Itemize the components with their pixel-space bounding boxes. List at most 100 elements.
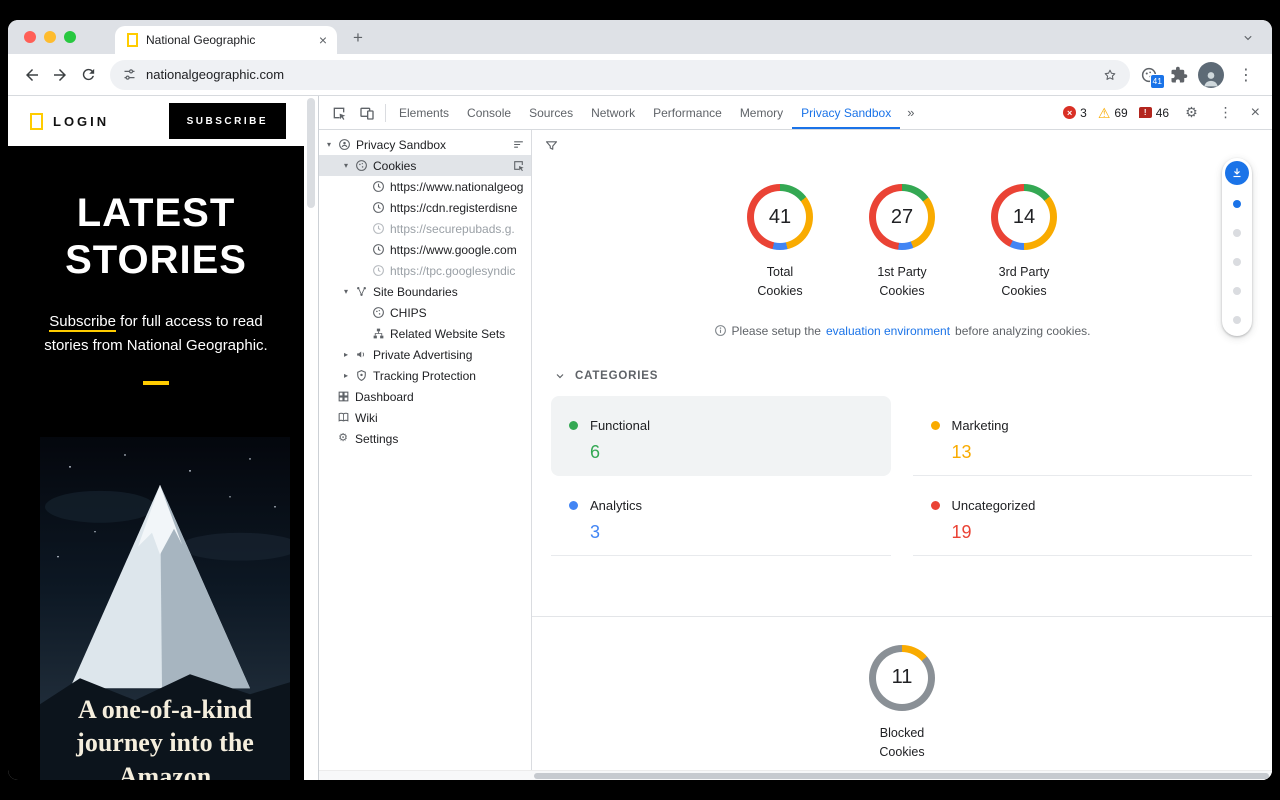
browser-menu-button[interactable]: ⋮: [1234, 65, 1258, 85]
tree-item-dashboard[interactable]: Dashboard: [319, 386, 531, 407]
devtools-menu-button[interactable]: ⋮: [1214, 104, 1238, 121]
tree-item-frame-securepubads[interactable]: https://securepubads.g.: [319, 218, 531, 239]
cookie-extension-button[interactable]: 41: [1138, 64, 1160, 86]
devtools-settings-button[interactable]: ⚙: [1180, 104, 1203, 121]
tree-item-cookies[interactable]: ▾ Cookies: [319, 155, 531, 176]
more-tabs-button[interactable]: »: [900, 105, 921, 120]
cookie-icon: [371, 306, 385, 320]
inspect-frame-icon[interactable]: [512, 159, 525, 172]
address-bar[interactable]: nationalgeographic.com: [110, 60, 1130, 90]
collapse-arrow-icon[interactable]: ▸: [340, 371, 352, 380]
reload-button[interactable]: [74, 61, 102, 89]
expand-arrow-icon[interactable]: ▾: [323, 140, 335, 149]
browser-tab[interactable]: National Geographic ×: [115, 26, 337, 54]
devtools-close-button[interactable]: ×: [1249, 104, 1266, 122]
tab-console[interactable]: Console: [458, 96, 520, 129]
tree-item-privacy-sandbox[interactable]: ▾ Privacy Sandbox: [319, 134, 531, 155]
device-toolbar-button[interactable]: [353, 100, 381, 126]
tree-item-wiki[interactable]: Wiki: [319, 407, 531, 428]
tab-memory[interactable]: Memory: [731, 96, 792, 129]
tab-close-icon[interactable]: ×: [317, 32, 329, 48]
expand-arrow-icon[interactable]: ▾: [340, 287, 352, 296]
total-cookies-donut[interactable]: 41: [747, 184, 813, 250]
tab-title: National Geographic: [146, 33, 309, 47]
zoom-window-button[interactable]: [64, 31, 76, 43]
tab-network[interactable]: Network: [582, 96, 644, 129]
download-report-button[interactable]: [1225, 161, 1249, 185]
tab-privacy-sandbox[interactable]: Privacy Sandbox: [792, 96, 900, 129]
third-party-cookies-donut[interactable]: 14: [991, 184, 1057, 250]
minimize-window-button[interactable]: [44, 31, 56, 43]
nav-dot-current[interactable]: [1233, 200, 1241, 208]
tree-label: CHIPS: [390, 306, 427, 320]
first-party-cookies-chart: 27 1st Party Cookies: [848, 184, 956, 302]
category-card-uncategorized[interactable]: Uncategorized 19: [913, 476, 1253, 556]
tree-item-settings[interactable]: ⚙ Settings: [319, 428, 531, 449]
back-button[interactable]: [18, 61, 46, 89]
url-text[interactable]: nationalgeographic.com: [146, 67, 1093, 82]
hero-image[interactable]: A one-of-a-kind journey into the Amazon: [40, 437, 290, 780]
tree-item-frame-google[interactable]: https://www.google.com: [319, 239, 531, 260]
tab-sources[interactable]: Sources: [520, 96, 582, 129]
headline-line1: LATEST: [8, 190, 304, 237]
new-tab-button[interactable]: +: [345, 25, 371, 51]
tree-item-private-advertising[interactable]: ▸ Private Advertising: [319, 344, 531, 365]
bookmark-star-icon[interactable]: [1102, 67, 1118, 83]
analytics-dot-icon: [569, 501, 578, 510]
devtools-status-badges: × 3 ⚠ 69 ! 46 ⚙ ⋮ ×: [1063, 104, 1266, 122]
yellow-divider: [143, 381, 169, 385]
tree-label: https://www.google.com: [390, 243, 517, 257]
forward-button[interactable]: [46, 61, 74, 89]
nav-dot[interactable]: [1233, 316, 1241, 324]
collapse-arrow-icon[interactable]: ▸: [340, 350, 352, 359]
horizontal-scrollbar-thumb[interactable]: [534, 773, 1269, 779]
site-header: LOGIN SUBSCRIBE: [8, 96, 304, 146]
tab-elements[interactable]: Elements: [390, 96, 458, 129]
warning-badge[interactable]: ⚠ 69: [1098, 106, 1128, 120]
expand-arrow-icon[interactable]: ▾: [340, 161, 352, 170]
info-prefix: Please setup the: [732, 324, 821, 338]
evaluation-environment-link[interactable]: evaluation environment: [826, 324, 950, 338]
puzzle-icon: [1170, 66, 1188, 84]
total-cookies-value: 41: [754, 191, 806, 243]
first-party-cookies-donut[interactable]: 27: [869, 184, 935, 250]
tree-label: https://www.nationalgeog: [390, 180, 523, 194]
tree-item-frame-nationalgeographic[interactable]: https://www.nationalgeog: [319, 176, 531, 197]
tree-item-frame-registerdisney[interactable]: https://cdn.registerdisne: [319, 197, 531, 218]
subscribe-link[interactable]: Subscribe: [49, 313, 116, 332]
extensions-button[interactable]: [1170, 66, 1188, 84]
issues-badge[interactable]: ! 46: [1139, 106, 1169, 120]
subscribe-button[interactable]: SUBSCRIBE: [169, 103, 286, 139]
third-party-cookies-chart: 14 3rd Party Cookies: [970, 184, 1078, 302]
tab-search-button[interactable]: [1238, 28, 1258, 48]
categories-section-header[interactable]: CATEGORIES: [554, 370, 1272, 382]
category-card-analytics[interactable]: Analytics 3: [551, 476, 891, 556]
error-badge[interactable]: × 3: [1063, 106, 1087, 120]
login-link[interactable]: LOGIN: [53, 114, 109, 129]
site-settings-icon[interactable]: [122, 67, 137, 82]
nav-dot[interactable]: [1233, 287, 1241, 295]
tree-item-chips[interactable]: CHIPS: [319, 302, 531, 323]
nav-dot[interactable]: [1233, 229, 1241, 237]
sidebar-menu-icon[interactable]: [512, 138, 525, 151]
funnel-icon: [544, 138, 559, 153]
natgeo-logo-icon[interactable]: [30, 113, 43, 130]
inspect-element-button[interactable]: [325, 100, 353, 126]
close-window-button[interactable]: [24, 31, 36, 43]
tree-item-related-website-sets[interactable]: Related Website Sets: [319, 323, 531, 344]
page-scrollbar[interactable]: [304, 96, 318, 780]
blocked-cookies-donut[interactable]: 11: [869, 645, 935, 711]
tree-item-site-boundaries[interactable]: ▾ Site Boundaries: [319, 281, 531, 302]
tab-performance[interactable]: Performance: [644, 96, 731, 129]
category-card-functional[interactable]: Functional 6: [551, 396, 891, 476]
horizontal-scrollbar[interactable]: [319, 770, 1272, 780]
profile-avatar[interactable]: [1198, 62, 1224, 88]
tree-item-frame-googlesyndication[interactable]: https://tpc.googlesyndic: [319, 260, 531, 281]
tree-item-tracking-protection[interactable]: ▸ Tracking Protection: [319, 365, 531, 386]
category-card-marketing[interactable]: Marketing 13: [913, 396, 1253, 476]
tree-label: Dashboard: [355, 390, 414, 404]
nav-dot[interactable]: [1233, 258, 1241, 266]
forward-arrow-icon: [51, 66, 69, 84]
filter-button[interactable]: [544, 138, 559, 158]
page-scrollbar-thumb[interactable]: [307, 98, 315, 208]
